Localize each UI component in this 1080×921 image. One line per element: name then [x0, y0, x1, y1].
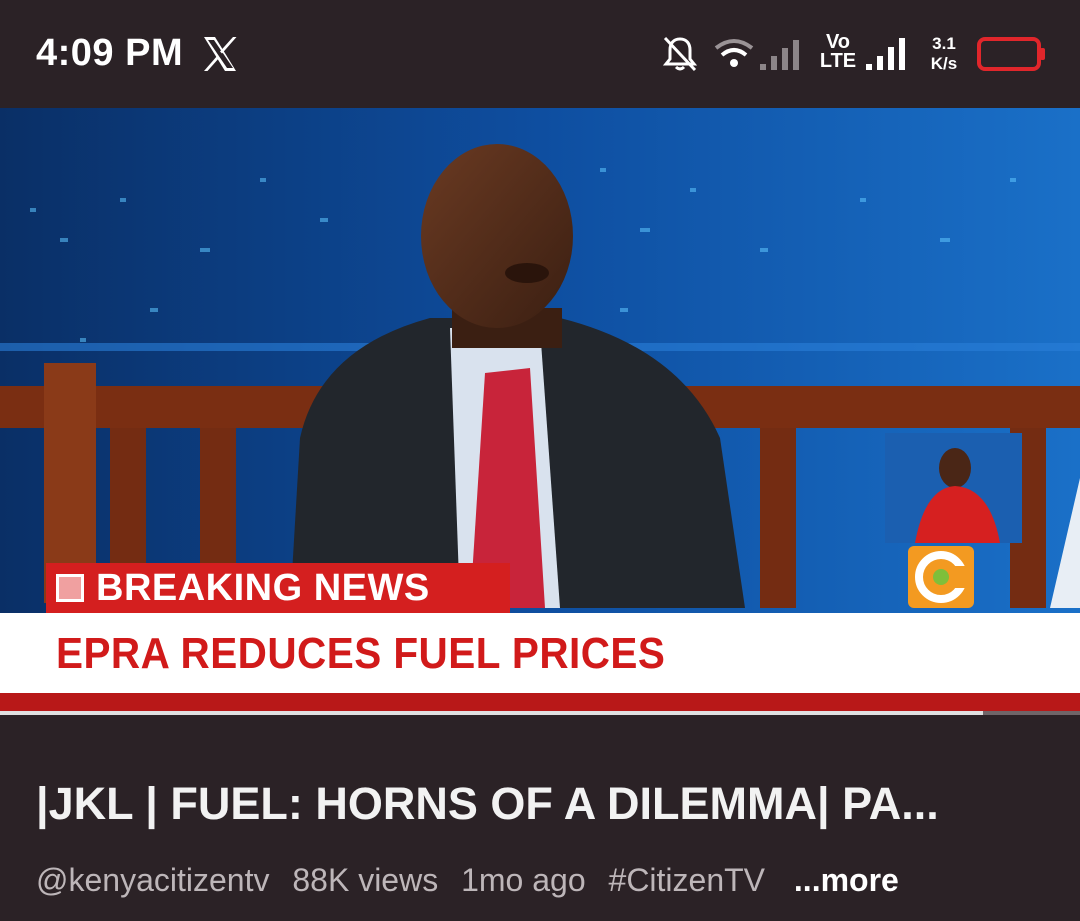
headline-text: EPRA REDUCES FUEL PRICES: [56, 629, 666, 678]
breaking-news-banner: BREAKING NEWS: [46, 563, 510, 613]
network-speed-unit: K/s: [930, 54, 958, 73]
video-meta: @kenyacitizentv 88K views 1mo ago #Citiz…: [36, 862, 1046, 899]
hashtag-link[interactable]: #CitizenTV: [609, 862, 766, 898]
network-speed-value: 3.1: [932, 34, 956, 53]
video-player[interactable]: BREAKING NEWS EPRA REDUCES FUEL PRICES: [0, 108, 1080, 715]
more-button[interactable]: ...more: [794, 862, 899, 898]
breaking-news-label: BREAKING NEWS: [96, 566, 430, 609]
channel-handle[interactable]: @kenyacitizentv: [36, 862, 269, 898]
view-count: 88K views: [292, 862, 439, 898]
upload-age: 1mo ago: [461, 862, 586, 898]
x-logo-icon: [204, 37, 237, 71]
volte-bottom: LTE: [819, 50, 857, 72]
clock: 4:09 PM: [36, 32, 184, 74]
battery-icon: [977, 37, 1045, 71]
cell-signal-icon: [866, 38, 905, 70]
network-speed: 3.1 K/s: [924, 34, 964, 74]
video-progress-fill: [0, 711, 983, 715]
video-title[interactable]: |JKL | FUEL: HORNS OF A DILEMMA| PA...: [36, 778, 1046, 830]
volte-indicator: Vo LTE: [816, 32, 860, 75]
wifi-icon: [714, 39, 799, 70]
headline-bar: EPRA REDUCES FUEL PRICES: [0, 613, 1080, 693]
status-bar: 4:09 PM Vo LTE 3.1 K/s: [0, 0, 1080, 108]
notifications-off-icon: [662, 36, 698, 72]
citizen-tv-logo-icon: [908, 546, 974, 608]
breaking-square-icon: [56, 574, 84, 602]
